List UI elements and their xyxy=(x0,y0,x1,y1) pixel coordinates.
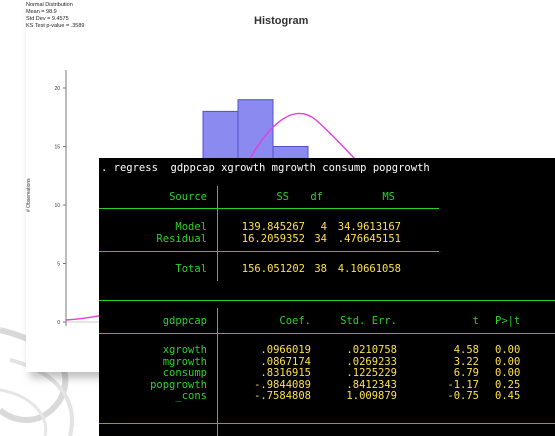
coef-cell: .0269233 xyxy=(346,355,397,368)
coef-cell: 1.009879 xyxy=(346,390,397,402)
depvar-header: gdppcap xyxy=(162,315,207,327)
anova-total-rule xyxy=(99,251,439,252)
anova-cell: 4 xyxy=(320,221,327,233)
pvalue-header: P>|t xyxy=(495,315,521,327)
coef-row-label: _cons xyxy=(175,390,207,402)
coef-cell: .8316915 xyxy=(260,367,311,379)
coef-cell: .0210758 xyxy=(346,344,397,356)
coef-row-label: xgrowth xyxy=(162,344,207,356)
coef-cell: 6.79 xyxy=(453,367,479,379)
source-header: Source xyxy=(169,191,207,203)
coef-row-label: popgrowth xyxy=(150,378,207,391)
coef-bottom-rule xyxy=(99,423,555,424)
df-header: df xyxy=(310,191,323,203)
y-tick-label: 20 xyxy=(54,86,60,92)
anova-row-label: Residual xyxy=(156,233,207,245)
coef-header: Coef. xyxy=(279,315,311,327)
anova-vertical-rule xyxy=(217,186,218,281)
coef-row-label: consump xyxy=(162,367,207,379)
anova-total-cell: 4.10661058 xyxy=(337,263,401,275)
y-tick-label: 0 xyxy=(57,320,60,326)
ms-header: MS xyxy=(382,191,395,203)
stata-results-console: . regress gdppcap xgrowth mgrowth consum… xyxy=(99,158,555,436)
anova-cell: 16.2059352 xyxy=(241,233,305,245)
coef-cell: 3.22 xyxy=(453,355,479,368)
coef-cell: .0867174 xyxy=(260,355,311,368)
coef-cell: 4.58 xyxy=(453,344,479,356)
y-axis-label: # Observations xyxy=(26,178,32,212)
ss-header: SS xyxy=(276,191,289,203)
coef-cell: 0.45 xyxy=(495,390,521,402)
coef-cell: .8412343 xyxy=(346,378,397,391)
anova-header-rule xyxy=(99,208,439,209)
coef-cell: 0.00 xyxy=(495,344,521,356)
stderr-header: Std. Err. xyxy=(340,315,397,327)
y-tick-label: 10 xyxy=(54,203,60,209)
coef-cell: 0.25 xyxy=(495,378,521,391)
anova-total-label: Total xyxy=(175,263,207,275)
t-header: t xyxy=(472,315,479,327)
coef-cell: -.7584808 xyxy=(254,390,311,402)
coef-row-label: mgrowth xyxy=(162,355,207,368)
anova-total-cell: 38 xyxy=(314,263,327,275)
anova-total-cell: 156.051202 xyxy=(241,263,305,275)
y-tick-label: 5 xyxy=(57,262,60,268)
anova-cell: 34.9613167 xyxy=(337,221,401,233)
coef-cell: -0.75 xyxy=(447,390,479,402)
coef-top-rule xyxy=(99,300,555,301)
anova-cell: 139.845267 xyxy=(241,221,305,233)
anova-row-label: Model xyxy=(175,221,207,233)
y-tick-label: 15 xyxy=(54,145,60,151)
coef-vertical-rule xyxy=(217,308,218,436)
coef-cell: .1225229 xyxy=(346,367,397,379)
anova-cell: .476645151 xyxy=(337,233,401,245)
coef-cell: 0.00 xyxy=(495,367,521,379)
coef-cell: -.9844089 xyxy=(254,378,311,391)
regress-command: . regress gdppcap xgrowth mgrowth consum… xyxy=(101,162,430,174)
coef-cell: -1.17 xyxy=(447,378,479,391)
anova-cell: 34 xyxy=(314,233,327,245)
coef-cell: 0.00 xyxy=(495,355,521,368)
coef-header-rule xyxy=(99,333,555,334)
coef-cell: .0966019 xyxy=(260,344,311,356)
